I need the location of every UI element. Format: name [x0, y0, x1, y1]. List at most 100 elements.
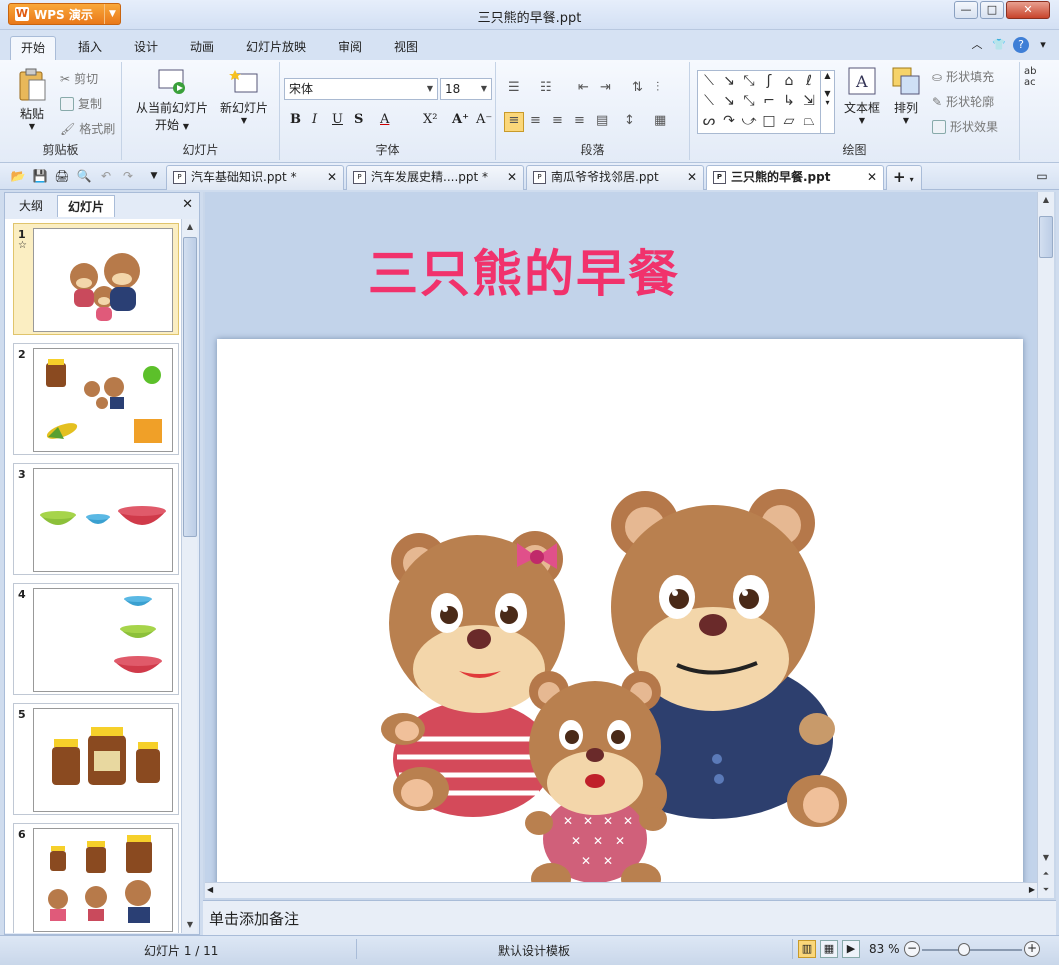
undo-icon[interactable]: ↶: [98, 168, 114, 184]
shape-outline-button[interactable]: ✎ 形状轮廓: [932, 93, 994, 110]
doc-tab[interactable]: P 汽车基础知识.ppt * ✕: [166, 165, 344, 190]
zoom-in-icon[interactable]: +: [1024, 941, 1040, 957]
italic-icon[interactable]: I: [312, 112, 317, 127]
curve-shape-icon[interactable]: ʃ: [760, 73, 778, 89]
strikethrough-icon[interactable]: S: [354, 112, 363, 127]
slide-thumbnail[interactable]: 6: [13, 823, 179, 933]
tab-review[interactable]: 审阅: [328, 36, 372, 60]
zoom-slider-handle[interactable]: [958, 943, 970, 956]
scroll-right-icon[interactable]: ▶: [1029, 885, 1035, 894]
format-painter-button[interactable]: 🖌 格式刷: [60, 120, 115, 137]
normal-view-icon[interactable]: ▥: [798, 940, 816, 958]
main-vertical-scrollbar[interactable]: ▲ ▼ ⏶ ⏷: [1037, 192, 1054, 898]
slide-canvas[interactable]: ✕ ✕ ✕ ✕ ✕ ✕ ✕ ✕ ✕: [217, 339, 1023, 882]
align-center-icon[interactable]: ≡: [530, 113, 541, 128]
open-icon[interactable]: 📂: [10, 168, 26, 184]
previous-slide-icon[interactable]: ⏶: [1038, 866, 1054, 882]
textbox-button[interactable]: A 文本框 ▼: [840, 66, 884, 125]
paste-button[interactable]: 粘贴 ▼: [12, 68, 52, 131]
doc-tab[interactable]: P 汽车发展史精....ppt * ✕: [346, 165, 524, 190]
line-spacing-icon[interactable]: ↕: [624, 113, 635, 128]
shape-effect-button[interactable]: 形状效果: [932, 118, 998, 135]
double-arrow-shape-icon[interactable]: ⤡: [740, 93, 758, 109]
doc-tab[interactable]: P 南瓜爷爷找邻居.ppt ✕: [526, 165, 704, 190]
skin-icon[interactable]: 👕: [991, 37, 1007, 53]
close-icon[interactable]: ✕: [182, 197, 193, 212]
slide-thumbnail[interactable]: 5: [13, 703, 179, 815]
tab-view[interactable]: 视图: [384, 36, 428, 60]
increase-indent-icon[interactable]: ⇥: [600, 80, 611, 95]
grow-font-icon[interactable]: A⁺: [452, 112, 469, 127]
tab-slides[interactable]: 幻灯片: [57, 195, 116, 217]
align-left-icon[interactable]: ≡: [504, 112, 524, 132]
font-family-select[interactable]: 宋体 ▼: [284, 78, 438, 100]
tab-slideshow[interactable]: 幻灯片放映: [236, 36, 316, 60]
thumbnails-scrollbar[interactable]: ▲ ▼: [181, 219, 197, 933]
redo-icon[interactable]: ↷: [120, 168, 136, 184]
close-icon[interactable]: ✕: [687, 166, 697, 189]
shapes-gallery[interactable]: ⟍ ↘ ⤡ ʃ ⌂ ℓ ⟍ ↘ ⤡ ⌐ ↳ ⇲ ᔕ ↷ ⤻ □ ▱ ⏢ ▲ ▼ ▾: [697, 70, 835, 134]
scroll-up-icon[interactable]: ▲: [182, 219, 198, 235]
play-dropdown-icon[interactable]: ▼: [183, 122, 189, 131]
tab-animation[interactable]: 动画: [180, 36, 224, 60]
scroll-down-icon[interactable]: ▼: [182, 917, 198, 933]
close-icon[interactable]: ✕: [867, 166, 877, 189]
gallery-scroll[interactable]: ▲ ▼ ▾: [820, 71, 834, 133]
print-preview-icon[interactable]: 🔍: [76, 168, 92, 184]
maximize-button[interactable]: □: [980, 1, 1004, 19]
chevron-down-icon[interactable]: ▼: [423, 79, 437, 99]
justify-icon[interactable]: ≡: [574, 113, 585, 128]
copy-button[interactable]: 复制: [60, 95, 102, 112]
scroll-thumb[interactable]: [1039, 216, 1053, 258]
slide-thumbnail[interactable]: 3: [13, 463, 179, 575]
elbow-connector-icon[interactable]: ⌐: [760, 93, 778, 109]
scroll-left-icon[interactable]: ◀: [207, 885, 213, 894]
collapse-ribbon-icon[interactable]: ︿: [969, 37, 985, 53]
elbow-arrow-icon[interactable]: ↳: [780, 93, 798, 109]
cut-button[interactable]: ✂ 剪切: [60, 70, 98, 87]
parallelogram-shape-icon[interactable]: ▱: [780, 113, 798, 129]
double-arrow-shape-icon[interactable]: ⤡: [740, 73, 758, 89]
freeform-shape-icon[interactable]: ⌂: [780, 73, 798, 89]
next-slide-icon[interactable]: ⏷: [1038, 882, 1054, 898]
scroll-down-icon[interactable]: ▼: [1038, 850, 1054, 866]
bullets-icon[interactable]: ☰: [508, 80, 520, 95]
zoom-out-icon[interactable]: −: [904, 941, 920, 957]
close-button[interactable]: ✕: [1006, 1, 1050, 19]
print-icon[interactable]: 🖨: [54, 168, 70, 184]
decrease-indent-icon[interactable]: ⇤: [578, 80, 589, 95]
scroll-up-icon[interactable]: ▲: [1038, 192, 1054, 208]
scroll-thumb[interactable]: [183, 237, 197, 537]
curved-double-arrow-icon[interactable]: ⤻: [740, 113, 758, 129]
font-color-icon[interactable]: A: [380, 112, 389, 127]
paste-dropdown-icon[interactable]: ▼: [12, 122, 52, 131]
shape-fill-button[interactable]: ⛀ 形状填充: [932, 68, 994, 85]
chevron-down-icon[interactable]: ▾: [910, 175, 914, 184]
slide-thumbnail[interactable]: 2: [13, 343, 179, 455]
new-tab-button[interactable]: + ▾: [886, 165, 922, 190]
curved-arrow-icon[interactable]: ↷: [720, 113, 738, 129]
line-shape-icon[interactable]: ⟍: [700, 93, 718, 109]
slide-sorter-icon[interactable]: ▦: [820, 940, 838, 958]
find-replace-icon[interactable]: ab ac: [1024, 66, 1036, 88]
slide-thumbnail[interactable]: 1 ☆: [13, 223, 179, 335]
text-direction-icon[interactable]: ⇅: [632, 80, 643, 95]
close-icon[interactable]: ✕: [507, 166, 517, 189]
arrange-dropdown-icon[interactable]: ▼: [886, 116, 926, 125]
bold-icon[interactable]: B: [290, 112, 301, 127]
shrink-font-icon[interactable]: A⁻: [476, 112, 492, 127]
help-icon[interactable]: ?: [1013, 37, 1029, 53]
notes-pane[interactable]: 单击添加备注: [203, 900, 1056, 935]
minimize-button[interactable]: —: [954, 1, 978, 19]
new-slide-button[interactable]: 新幻灯片 ▼: [216, 68, 272, 125]
arrange-button[interactable]: 排列 ▼: [886, 66, 926, 125]
three-bears-image[interactable]: ✕ ✕ ✕ ✕✕ ✕ ✕✕ ✕: [217, 339, 1023, 882]
play-from-current-button[interactable]: 从当前幻灯片 开始 ▼: [128, 68, 216, 133]
trapezoid-shape-icon[interactable]: ⏢: [800, 113, 818, 129]
superscript-icon[interactable]: X²: [423, 112, 437, 127]
chevron-down-icon[interactable]: ▼: [477, 79, 491, 99]
tab-list-icon[interactable]: ▭: [1034, 168, 1050, 184]
underline-icon[interactable]: U: [332, 112, 343, 127]
tab-design[interactable]: 设计: [124, 36, 168, 60]
new-slide-dropdown-icon[interactable]: ▼: [216, 116, 272, 125]
